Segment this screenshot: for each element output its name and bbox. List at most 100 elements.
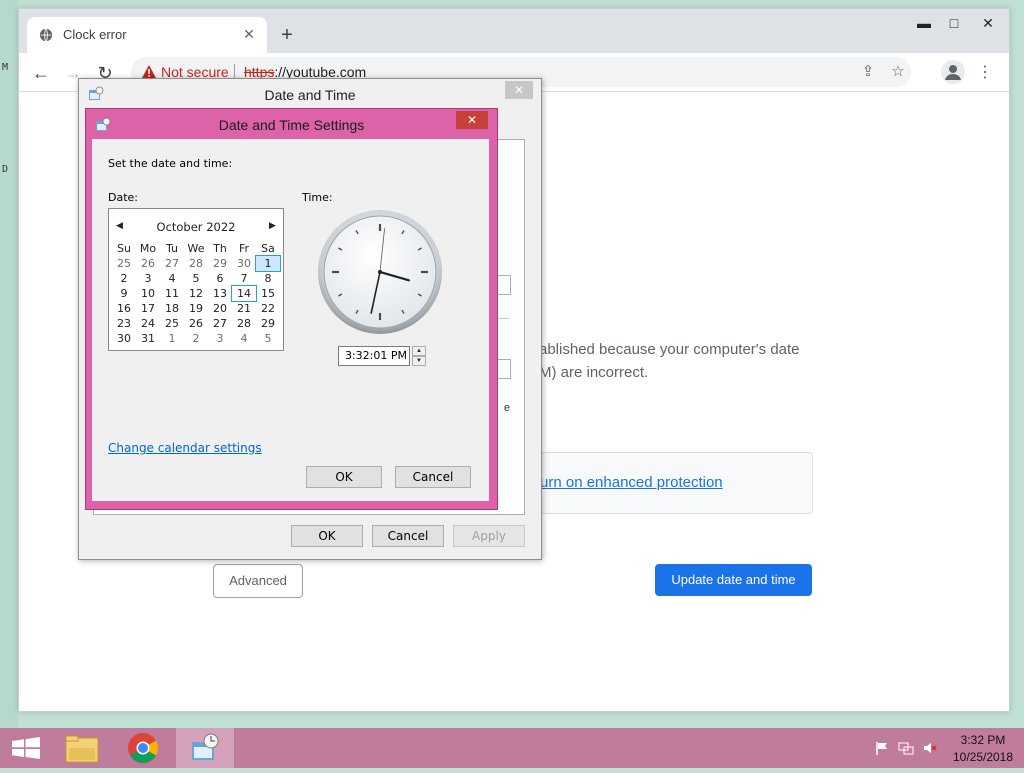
calendar-day[interactable]: 3 — [136, 271, 160, 286]
maximize-button[interactable]: □ — [939, 13, 969, 33]
calendar-day[interactable]: 1 — [160, 331, 184, 346]
calendar-day[interactable]: 25 — [112, 256, 136, 271]
calendar-day[interactable]: 28 — [232, 316, 256, 331]
calendar-day[interactable]: 17 — [136, 301, 160, 316]
calendar-day[interactable]: 6 — [208, 271, 232, 286]
next-month-icon[interactable]: ▶ — [269, 220, 276, 231]
close-window-button[interactable]: ✕ — [973, 13, 1003, 33]
share-icon[interactable]: ⇪ — [857, 61, 879, 83]
close-tab-icon[interactable]: ✕ — [239, 24, 259, 44]
weekday-header: Mo — [139, 242, 157, 255]
calendar-day[interactable]: 9 — [112, 286, 136, 301]
enhanced-protection-box: urn on enhanced protection — [519, 452, 813, 514]
settings-ok-button[interactable]: OK — [306, 466, 382, 488]
weekday-header: Th — [213, 242, 227, 255]
tab-strip: Clock error ✕ + ▬ □ ✕ — [19, 9, 1009, 53]
settings-close-button[interactable]: ✕ — [456, 111, 488, 129]
advanced-button[interactable]: Advanced — [213, 564, 303, 598]
cancel-button[interactable]: Cancel — [372, 525, 444, 547]
calendar-day[interactable]: 10 — [136, 286, 160, 301]
tab-clock-error[interactable]: Clock error ✕ — [27, 17, 267, 53]
desktop-background — [0, 0, 18, 728]
partial-text: e — [504, 402, 511, 414]
minimize-button[interactable]: ▬ — [909, 13, 939, 33]
calendar-day[interactable]: 8 — [256, 271, 280, 286]
calendar-day[interactable]: 11 — [160, 286, 184, 301]
calendar-day[interactable]: 18 — [160, 301, 184, 316]
calendar-week-row: 16 17 18 19 20 21 22 — [112, 301, 280, 316]
calendar-day[interactable]: 22 — [256, 301, 280, 316]
person-icon — [945, 65, 961, 80]
calendar-day[interactable]: 16 — [112, 301, 136, 316]
calendar-day[interactable]: 30 — [232, 256, 256, 271]
calendar-day[interactable]: 26 — [136, 256, 160, 271]
taskbar-clock-date[interactable]: 10/25/2018 — [948, 750, 1018, 764]
enhanced-protection-link[interactable]: urn on enhanced protection — [540, 474, 723, 491]
calendar-day[interactable]: 19 — [184, 301, 208, 316]
calendar-day[interactable]: 13 — [208, 286, 232, 301]
calendar-day[interactable]: 24 — [136, 316, 160, 331]
weekday-header: We — [187, 242, 205, 255]
calendar-day[interactable]: 25 — [160, 316, 184, 331]
calendar-week-row: 23 24 25 26 27 28 29 — [112, 316, 280, 331]
date-time-taskbar-button[interactable] — [176, 728, 234, 768]
bookmark-star-icon[interactable]: ☆ — [887, 61, 909, 83]
ok-button[interactable]: OK — [291, 525, 363, 547]
settings-body: Set the date and time: Date: Time: ◀ Oct… — [92, 139, 489, 501]
back-button[interactable]: ← — [29, 61, 53, 85]
new-tab-button[interactable]: + — [275, 24, 299, 48]
chrome-taskbar-button[interactable] — [116, 728, 170, 768]
date-label: Date: — [108, 191, 138, 204]
calendar-day[interactable]: 29 — [256, 316, 280, 331]
calendar-day[interactable]: 2 — [184, 331, 208, 346]
change-calendar-settings-link[interactable]: Change calendar settings — [108, 441, 262, 455]
update-date-time-button[interactable]: Update date and time — [655, 564, 812, 596]
calendar-day[interactable]: 28 — [184, 256, 208, 271]
calendar-week-row: 25 26 27 28 29 30 1 — [112, 255, 281, 272]
calendar-day[interactable]: 12 — [184, 286, 208, 301]
calendar-day[interactable]: 4 — [232, 331, 256, 346]
profile-avatar[interactable] — [941, 60, 965, 84]
weekday-header: Tu — [165, 242, 179, 255]
flag-icon[interactable] — [874, 740, 890, 756]
calendar-day[interactable]: 31 — [136, 331, 160, 346]
volume-muted-icon[interactable] — [922, 740, 938, 756]
calendar-day[interactable]: 29 — [208, 256, 232, 271]
time-input[interactable]: 3:32:01 PM — [338, 346, 410, 366]
file-explorer-taskbar-button[interactable] — [56, 728, 110, 768]
apply-button[interactable]: Apply — [453, 525, 525, 547]
time-down-spinner[interactable]: ▼ — [412, 356, 426, 366]
network-icon[interactable] — [898, 740, 914, 756]
calendar-day[interactable]: 14 — [231, 285, 257, 302]
calendar-day[interactable]: 15 — [256, 286, 280, 301]
calendar-day[interactable]: 30 — [112, 331, 136, 346]
taskbar-clock-time[interactable]: 3:32 PM — [948, 733, 1018, 747]
dialog-titlebar: Date and Time ✕ — [79, 79, 541, 109]
settings-dialog-title: Date and Time Settings — [218, 117, 365, 133]
analog-clock — [317, 209, 443, 335]
calendar-day[interactable]: 23 — [112, 316, 136, 331]
desktop-icon-fragment: D — [2, 164, 9, 175]
menu-kebab-icon[interactable]: ⋮ — [977, 61, 993, 85]
calendar-day[interactable]: 7 — [232, 271, 256, 286]
calendar-month-year[interactable]: October 2022 — [109, 220, 283, 234]
calendar-day[interactable]: 27 — [208, 316, 232, 331]
dialog-close-button[interactable]: ✕ — [505, 81, 533, 99]
taskbar: 3:32 PM 10/25/2018 — [0, 728, 1024, 768]
calendar-day[interactable]: 3 — [208, 331, 232, 346]
calendar-day[interactable]: 26 — [184, 316, 208, 331]
calendar-day[interactable]: 4 — [160, 271, 184, 286]
start-button[interactable] — [0, 728, 54, 768]
tab-title: Clock error — [63, 27, 127, 42]
time-up-spinner[interactable]: ▲ — [412, 346, 426, 356]
calendar-day[interactable]: 1 — [255, 255, 281, 272]
weekday-header: Fr — [238, 242, 250, 255]
calendar-day[interactable]: 27 — [160, 256, 184, 271]
settings-cancel-button[interactable]: Cancel — [395, 466, 471, 488]
calendar-day[interactable]: 5 — [184, 271, 208, 286]
calendar-day[interactable]: 20 — [208, 301, 232, 316]
calendar-day[interactable]: 21 — [232, 301, 256, 316]
globe-icon — [39, 28, 53, 42]
calendar-day[interactable]: 5 — [256, 331, 280, 346]
calendar-day[interactable]: 2 — [112, 271, 136, 286]
